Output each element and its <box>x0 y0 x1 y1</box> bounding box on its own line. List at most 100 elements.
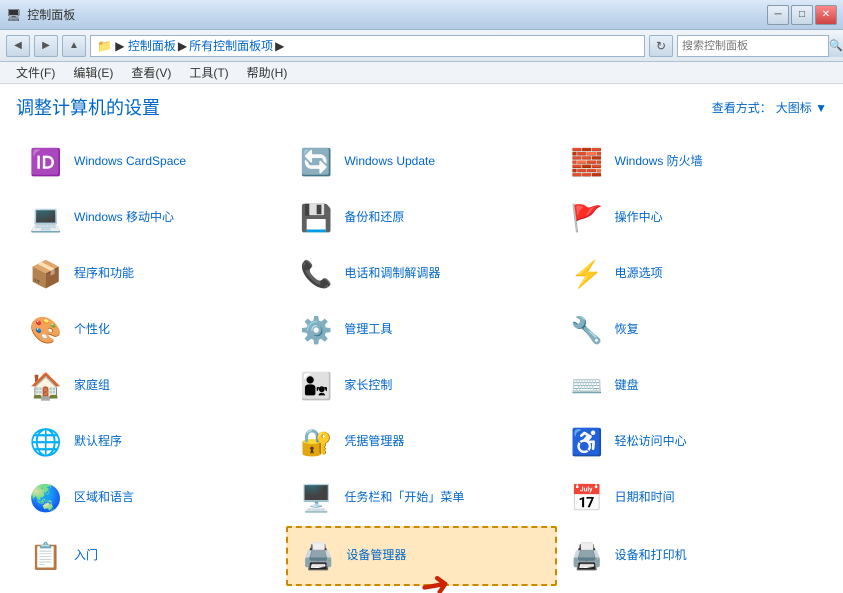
icon-image-personalization: 🎨 <box>26 310 66 350</box>
up-button[interactable]: ▲ <box>62 35 86 57</box>
icon-image-ease-of-access: ♿ <box>567 422 607 462</box>
icon-item-recovery[interactable]: 🔧 恢复 <box>557 302 827 358</box>
icon-item-default-programs[interactable]: 🌐 默认程序 <box>16 414 286 470</box>
icon-image-device-manager: 🖨️ <box>298 536 338 576</box>
icon-image-keyboard: ⌨️ <box>567 366 607 406</box>
icon-image-power-options: ⚡ <box>567 254 607 294</box>
menu-view[interactable]: 查看(V) <box>123 62 179 83</box>
icon-image-devices-printers: 🖨️ <box>567 536 607 576</box>
refresh-button[interactable]: ↻ <box>649 35 673 57</box>
icon-label-keyboard: 键盘 <box>615 378 639 394</box>
icon-label-device-manager: 设备管理器 <box>346 548 406 564</box>
icon-label-phone-modem: 电话和调制解调器 <box>344 266 440 282</box>
icon-image-windows-mobility: 💻 <box>26 198 66 238</box>
icon-label-date-time: 日期和时间 <box>615 490 675 506</box>
search-box: 🔍 <box>677 35 837 57</box>
icon-label-power-options: 电源选项 <box>615 266 663 282</box>
back-button[interactable]: ◀ <box>6 35 30 57</box>
icon-image-taskbar-start: 🖥️ <box>296 478 336 518</box>
icon-item-admin-tools[interactable]: ⚙️ 管理工具 <box>286 302 556 358</box>
icon-label-taskbar-start: 任务栏和「开始」菜单 <box>344 490 464 506</box>
menu-edit[interactable]: 编辑(E) <box>65 62 121 83</box>
icon-label-devices-printers: 设备和打印机 <box>615 548 687 564</box>
menu-help[interactable]: 帮助(H) <box>239 62 296 83</box>
icon-label-windows-update: Windows Update <box>344 154 435 170</box>
icon-item-windows-update[interactable]: 🔄 Windows Update <box>286 134 556 190</box>
icon-item-device-manager[interactable]: 🖨️ 设备管理器 <box>286 526 556 586</box>
icon-image-credential-manager: 🔐 <box>296 422 336 462</box>
icon-label-windows-firewall: Windows 防火墙 <box>615 154 703 170</box>
icon-image-date-time: 📅 <box>567 478 607 518</box>
address-bar: ◀ ▶ ▲ 📁 ▶ 控制面板 ▶ 所有控制面板项 ▶ ↻ 🔍 <box>0 30 843 62</box>
icon-image-admin-tools: ⚙️ <box>296 310 336 350</box>
forward-button[interactable]: ▶ <box>34 35 58 57</box>
icon-item-sound[interactable]: 🔊声音 <box>16 586 286 593</box>
icon-image-programs-features: 📦 <box>26 254 66 294</box>
icon-image-backup-restore: 💾 <box>296 198 336 238</box>
icon-label-personalization: 个性化 <box>74 322 110 338</box>
icon-label-region-language: 区域和语言 <box>74 490 134 506</box>
search-input[interactable] <box>678 40 828 52</box>
minimize-button[interactable]: ─ <box>767 5 789 25</box>
search-icon[interactable]: 🔍 <box>828 35 843 57</box>
icon-item-devices-printers[interactable]: 🖨️ 设备和打印机 <box>557 526 827 586</box>
icon-item-parental-controls[interactable]: 👨‍👧 家长控制 <box>286 358 556 414</box>
window-icon: 🖥 <box>6 8 21 22</box>
icon-image-windows-update: 🔄 <box>296 142 336 182</box>
icon-label-recovery: 恢复 <box>615 322 639 338</box>
icon-label-homegroup: 家庭组 <box>74 378 110 394</box>
icon-item-getting-started[interactable]: 📋 入门 <box>16 526 286 586</box>
icon-item-personalization[interactable]: 🎨 个性化 <box>16 302 286 358</box>
icon-image-parental-controls: 👨‍👧 <box>296 366 336 406</box>
icon-label-getting-started: 入门 <box>74 548 98 564</box>
icon-item-homegroup[interactable]: 🏠 家庭组 <box>16 358 286 414</box>
icon-label-credential-manager: 凭据管理器 <box>344 434 404 450</box>
page-title: 调整计算机的设置 <box>16 94 160 120</box>
icon-label-admin-tools: 管理工具 <box>344 322 392 338</box>
icon-label-action-center: 操作中心 <box>615 210 663 226</box>
icon-label-windows-mobility: Windows 移动中心 <box>74 210 174 226</box>
icon-item-date-time[interactable]: 📅 日期和时间 <box>557 470 827 526</box>
icon-item-windows-firewall[interactable]: 🧱 Windows 防火墙 <box>557 134 827 190</box>
icon-label-parental-controls: 家长控制 <box>344 378 392 394</box>
icon-image-windows-firewall: 🧱 <box>567 142 607 182</box>
title-bar-left: 🖥 控制面板 <box>6 6 75 23</box>
menu-file[interactable]: 文件(F) <box>8 62 63 83</box>
close-button[interactable]: ✕ <box>815 5 837 25</box>
view-mode[interactable]: 大图标 ▼ <box>776 99 827 116</box>
icon-item-indexing-options[interactable]: 🔍索引选项 <box>557 586 827 593</box>
icon-image-recovery: 🔧 <box>567 310 607 350</box>
window-title: 控制面板 <box>27 6 75 23</box>
icon-image-windows-cardspace: 🆔 <box>26 142 66 182</box>
icon-label-windows-cardspace: Windows CardSpace <box>74 154 186 170</box>
address-path[interactable]: 📁 ▶ 控制面板 ▶ 所有控制面板项 ▶ <box>90 35 645 57</box>
icon-item-ease-of-access[interactable]: ♿轻松访问中心 <box>557 414 827 470</box>
icon-item-mouse[interactable]: 🖱️鼠标 <box>286 586 556 593</box>
icon-image-region-language: 🌏 <box>26 478 66 518</box>
icon-item-power-options[interactable]: ⚡ 电源选项 <box>557 246 827 302</box>
icons-grid: 🆔 Windows CardSpace 🔄 Windows Update 🧱 Window… <box>16 134 827 593</box>
icon-item-backup-restore[interactable]: 💾备份和还原 <box>286 190 556 246</box>
icon-image-action-center: 🚩 <box>567 198 607 238</box>
icon-image-getting-started: 📋 <box>26 536 66 576</box>
icon-item-phone-modem[interactable]: 📞 电话和调制解调器 <box>286 246 556 302</box>
icon-image-homegroup: 🏠 <box>26 366 66 406</box>
icon-item-windows-cardspace[interactable]: 🆔 Windows CardSpace <box>16 134 286 190</box>
icon-image-phone-modem: 📞 <box>296 254 336 294</box>
icon-label-default-programs: 默认程序 <box>74 434 122 450</box>
icon-item-programs-features[interactable]: 📦程序和功能 <box>16 246 286 302</box>
icon-image-default-programs: 🌐 <box>26 422 66 462</box>
icon-item-credential-manager[interactable]: 🔐 凭据管理器 <box>286 414 556 470</box>
page-header: 调整计算机的设置 查看方式： 大图标 ▼ <box>16 94 827 120</box>
view-selector[interactable]: 查看方式： 大图标 ▼ <box>712 99 827 116</box>
view-label: 查看方式： <box>712 99 772 116</box>
content-area: 调整计算机的设置 查看方式： 大图标 ▼ 🆔 Windows CardSpace 🔄… <box>0 84 843 593</box>
title-bar-controls: ─ □ ✕ <box>767 5 837 25</box>
icon-item-windows-mobility[interactable]: 💻 Windows 移动中心 <box>16 190 286 246</box>
icon-item-action-center[interactable]: 🚩 操作中心 <box>557 190 827 246</box>
icon-item-keyboard[interactable]: ⌨️ 键盘 <box>557 358 827 414</box>
icon-item-taskbar-start[interactable]: 🖥️ 任务栏和「开始」菜单 <box>286 470 556 526</box>
menu-tools[interactable]: 工具(T) <box>181 62 236 83</box>
maximize-button[interactable]: □ <box>791 5 813 25</box>
icon-item-region-language[interactable]: 🌏 区域和语言 <box>16 470 286 526</box>
